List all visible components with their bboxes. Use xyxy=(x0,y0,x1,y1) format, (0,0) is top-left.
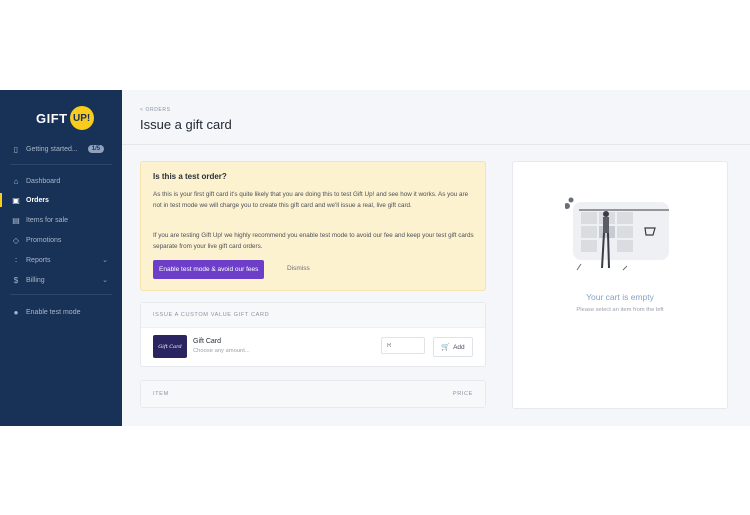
enable-test-mode-button[interactable]: Enable test mode & avoid our fees xyxy=(153,260,265,279)
gift-card-name: Gift Card xyxy=(193,338,222,345)
custom-gift-card-panel: ISSUE A CUSTOM VALUE GIFT CARD Gift Card… xyxy=(140,302,486,367)
sidebar-item-label: Dashboard xyxy=(26,177,61,185)
gift-card-thumbnail: Gift Card xyxy=(153,335,187,358)
sidebar-item-orders[interactable]: ▣ Orders xyxy=(0,191,122,209)
sidebar-item-label: Items for sale xyxy=(26,216,69,224)
sidebar-item-label: Orders xyxy=(26,196,49,204)
sidebar-item-getting-started[interactable]: ▯ Getting started... 1/5 xyxy=(0,140,122,158)
breadcrumb[interactable]: < ORDERS xyxy=(140,107,171,113)
alert-paragraph: If you are testing Gift Up! we highly re… xyxy=(153,232,474,250)
column-header-price: PRICE xyxy=(452,391,473,397)
sidebar-item-label: Promotions xyxy=(26,236,62,244)
panel-header: ISSUE A CUSTOM VALUE GIFT CARD xyxy=(141,303,485,328)
app-window: GIFT UP! ▯ Getting started... 1/5 ⌂ Dash… xyxy=(0,90,750,426)
cart-icon: 🛒 xyxy=(441,344,451,351)
alert-paragraph: As this is your first gift card it's qui… xyxy=(153,191,469,209)
empty-cart-illustration xyxy=(565,197,669,271)
title-divider xyxy=(122,144,750,145)
cart-panel: Your cart is empty Please select an item… xyxy=(512,161,728,409)
giftup-logo[interactable]: GIFT UP! xyxy=(36,106,94,130)
dollar-icon: $ xyxy=(13,275,19,285)
sidebar-item-dashboard[interactable]: ⌂ Dashboard xyxy=(0,172,122,190)
sidebar-item-label: Getting started... xyxy=(26,145,78,153)
amount-input[interactable] xyxy=(381,337,425,354)
sidebar-item-label: Reports xyxy=(26,256,51,264)
sidebar-item-items-for-sale[interactable]: ▤ Items for sale xyxy=(0,211,122,229)
dismiss-link[interactable]: Dismiss xyxy=(287,265,310,272)
bar-chart-icon: ∶ xyxy=(14,255,18,265)
clipboard-icon: ▯ xyxy=(13,144,19,154)
alert-heading: Is this a test order? xyxy=(153,172,227,181)
enable-test-mode-toggle[interactable]: ● Enable test mode xyxy=(0,303,122,321)
cart-empty-subtitle: Please select an item from the left xyxy=(576,307,664,313)
sidebar-divider xyxy=(10,164,112,165)
test-order-alert: Is this a test order? As this is your fi… xyxy=(140,161,486,291)
table-header: ITEM PRICE xyxy=(141,381,485,407)
chevron-down-icon: ⌄ xyxy=(102,257,108,264)
sidebar-divider xyxy=(10,294,112,295)
sidebar-item-reports[interactable]: ∶ Reports ⌄ xyxy=(0,251,122,269)
sidebar-item-label: Enable test mode xyxy=(26,308,81,316)
book-icon: ▤ xyxy=(12,215,20,225)
toggle-icon: ● xyxy=(13,307,19,317)
list-item: Gift Card Gift Card Choose any amount...… xyxy=(141,328,485,366)
page-title: Issue a gift card xyxy=(140,117,232,132)
sidebar-item-billing[interactable]: $ Billing ⌄ xyxy=(0,271,122,289)
sidebar-item-label: Billing xyxy=(26,276,45,284)
add-button[interactable]: 🛒 Add xyxy=(433,337,473,357)
items-table: ITEM PRICE xyxy=(140,380,486,408)
column-header-item: ITEM xyxy=(153,391,169,397)
progress-badge: 1/5 xyxy=(87,145,105,153)
sidebar: GIFT UP! ▯ Getting started... 1/5 ⌂ Dash… xyxy=(0,90,122,426)
chevron-down-icon: ⌄ xyxy=(102,277,108,284)
gift-card-subtitle: Choose any amount... xyxy=(193,348,250,354)
home-icon: ⌂ xyxy=(13,176,19,186)
logo-badge: UP! xyxy=(69,106,94,130)
cart-empty-title: Your cart is empty xyxy=(586,292,654,302)
sidebar-item-promotions[interactable]: ◇ Promotions xyxy=(0,231,122,249)
inbox-icon: ▣ xyxy=(12,195,20,205)
logo-text: GIFT xyxy=(36,110,68,126)
add-button-label: Add xyxy=(453,343,465,351)
main-content: < ORDERS Issue a gift card Is this a tes… xyxy=(122,90,750,426)
tag-icon: ◇ xyxy=(12,235,20,245)
